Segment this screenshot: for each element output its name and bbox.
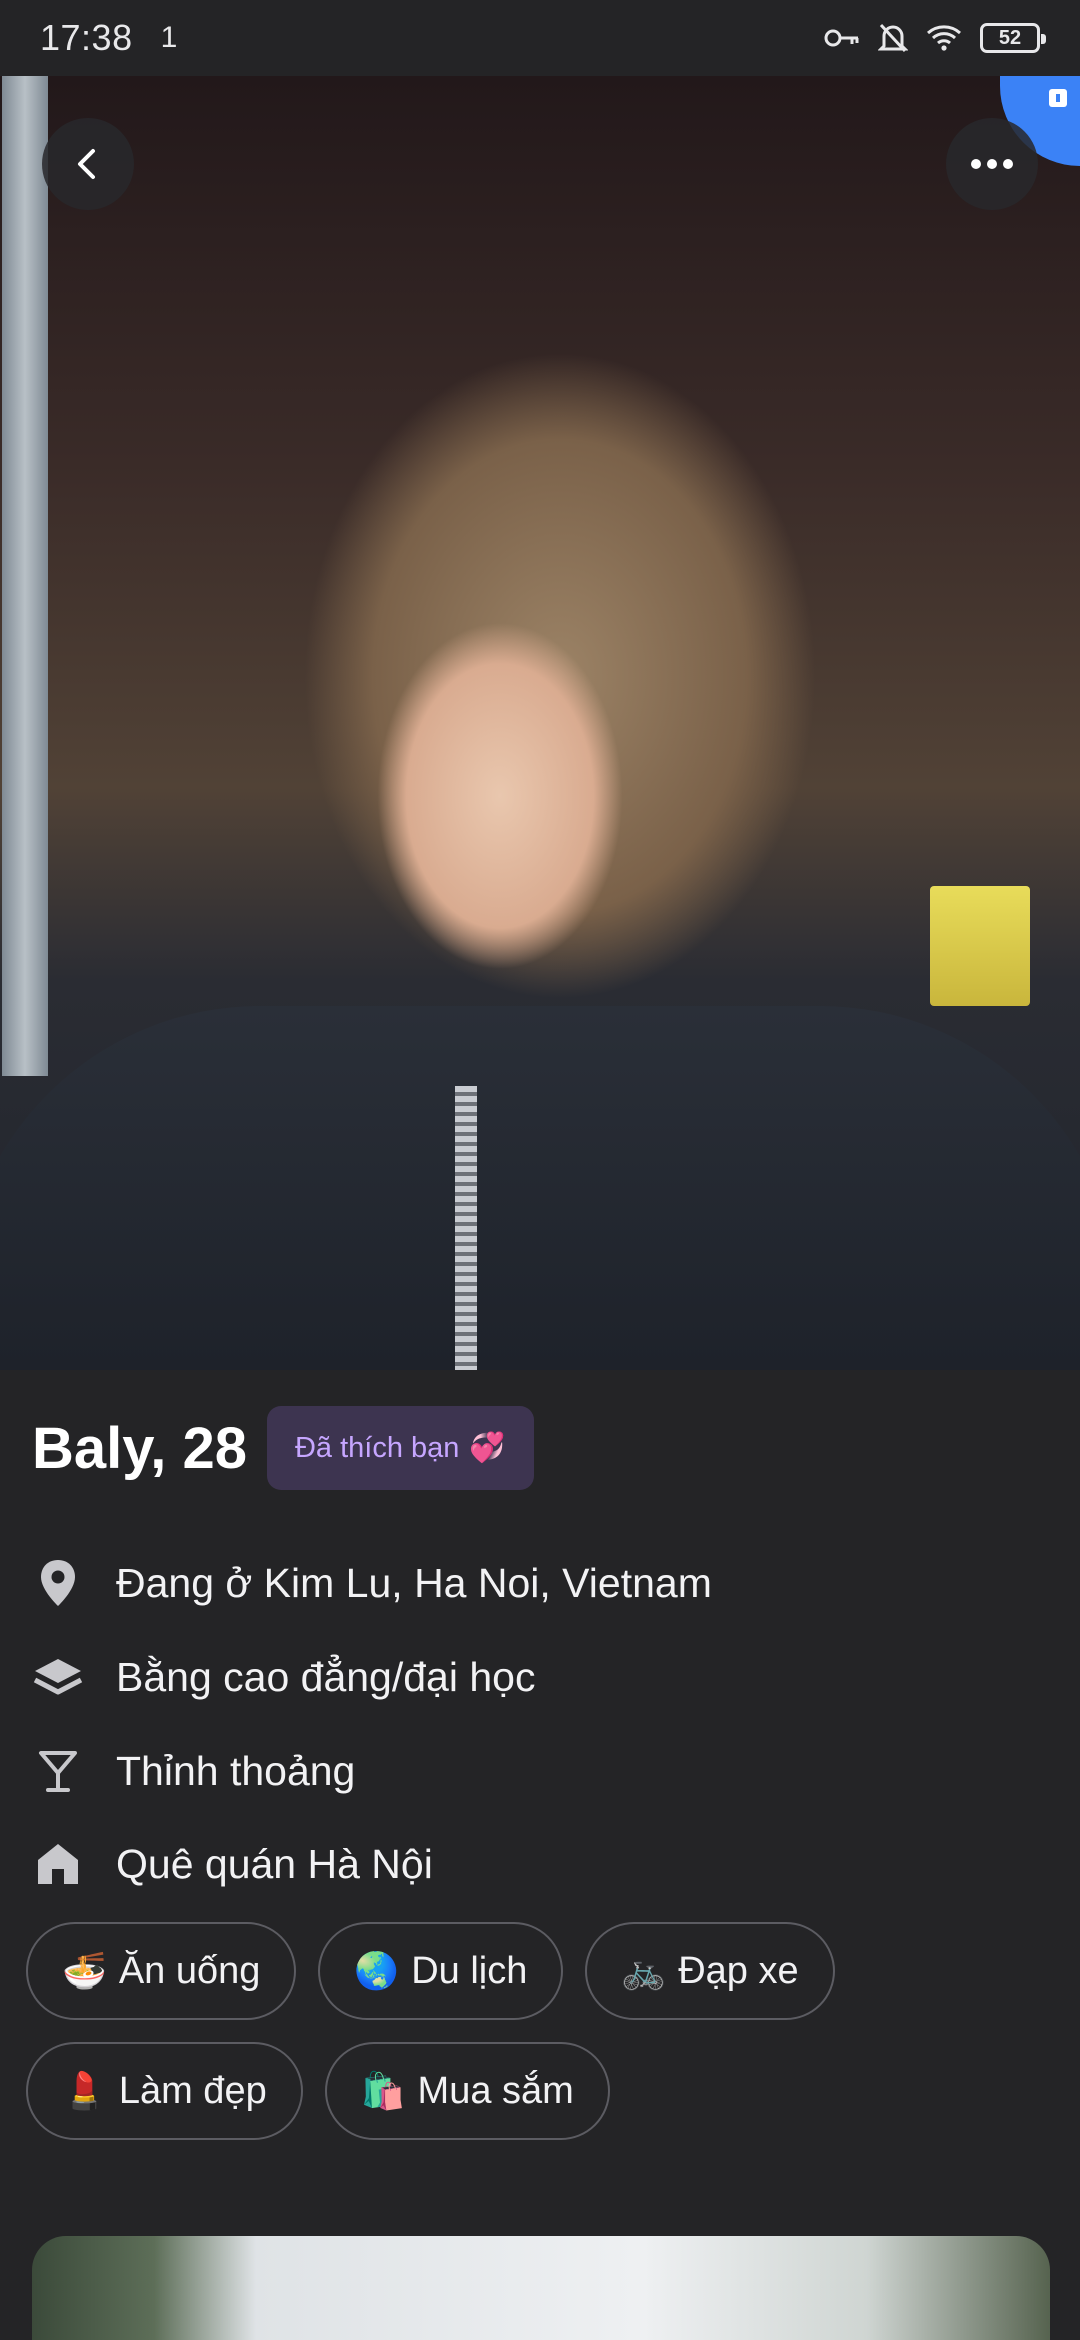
interests-row-2: 💄 Làm đẹp 🛍️ Mua sắm xyxy=(26,2042,1056,2140)
globe-icon: 🌏 xyxy=(354,1950,400,1991)
info-education-text: Bằng cao đẳng/đại học xyxy=(116,1653,536,1700)
chevron-left-icon xyxy=(78,149,95,179)
more-options-button[interactable] xyxy=(946,118,1038,210)
hearts-emoji: 💞 xyxy=(469,1432,506,1464)
battery-indicator: 52 xyxy=(980,23,1046,53)
chip-label: Làm đẹp xyxy=(118,2069,267,2112)
photo-zipper xyxy=(455,1086,477,1370)
info-hometown-text: Quê quán Hà Nội xyxy=(116,1840,433,1887)
shopping-bags-icon: 🛍️ xyxy=(360,2070,406,2111)
profile-photo[interactable] xyxy=(0,76,1080,1370)
back-button[interactable] xyxy=(42,118,134,210)
more-dots-icon xyxy=(971,159,1013,169)
cocktail-glass-icon xyxy=(32,1745,84,1797)
photo-background-sign xyxy=(930,886,1030,1006)
wifi-icon xyxy=(926,24,962,52)
home-icon xyxy=(32,1838,84,1890)
status-icons: 52 xyxy=(824,22,1046,54)
chip-shopping[interactable]: 🛍️ Mua sắm xyxy=(324,2042,610,2140)
liked-badge-label: Đã thích bạn xyxy=(294,1431,460,1464)
chip-beauty[interactable]: 💄 Làm đẹp xyxy=(26,2042,303,2140)
profile-name-age: Baly, 28 xyxy=(32,1415,247,1481)
vpn-key-icon xyxy=(824,26,860,50)
chip-cycling[interactable]: 🚲 Đạp xe xyxy=(585,1922,835,2020)
chip-label: Ăn uống xyxy=(118,1949,261,1992)
status-time: 17:38 xyxy=(40,17,133,58)
lock-icon xyxy=(1049,89,1067,107)
liked-you-badge: Đã thích bạn 💞 xyxy=(266,1406,534,1490)
chip-label: Du lịch xyxy=(411,1949,528,1992)
graduation-cap-icon xyxy=(32,1651,84,1703)
bicycle-icon: 🚲 xyxy=(621,1950,667,1991)
location-pin-icon xyxy=(32,1557,84,1609)
photo-jacket xyxy=(0,1006,1080,1370)
chip-food[interactable]: 🍜 Ăn uống xyxy=(26,1922,297,2020)
info-education: Bằng cao đẳng/đại học xyxy=(32,1645,535,1709)
info-location: Đang ở Kim Lu, Ha Noi, Vietnam xyxy=(32,1551,712,1615)
lipstick-icon: 💄 xyxy=(62,2070,107,2111)
chip-travel[interactable]: 🌏 Du lịch xyxy=(318,1922,564,2020)
info-drinking-text: Thỉnh thoảng xyxy=(116,1747,356,1794)
interests-row-1: 🍜 Ăn uống 🌏 Du lịch 🚲 Đạp xe xyxy=(26,1922,1056,2020)
info-hometown: Quê quán Hà Nội xyxy=(32,1832,433,1896)
name-row: Baly, 28 Đã thích bạn 💞 xyxy=(32,1406,534,1490)
photo-background-pole xyxy=(2,76,48,1076)
second-profile-photo[interactable] xyxy=(32,2236,1050,2340)
bell-off-icon xyxy=(878,22,908,54)
info-drinking: Thỉnh thoảng xyxy=(32,1739,355,1803)
noodle-bowl-icon: 🍜 xyxy=(62,1950,107,1991)
notification-count: 1 xyxy=(160,21,178,54)
status-bar: 17:38 1 52 xyxy=(0,0,1080,76)
chip-label: Mua sắm xyxy=(417,2069,574,2112)
info-location-text: Đang ở Kim Lu, Ha Noi, Vietnam xyxy=(116,1559,712,1606)
chip-label: Đạp xe xyxy=(678,1949,799,1992)
